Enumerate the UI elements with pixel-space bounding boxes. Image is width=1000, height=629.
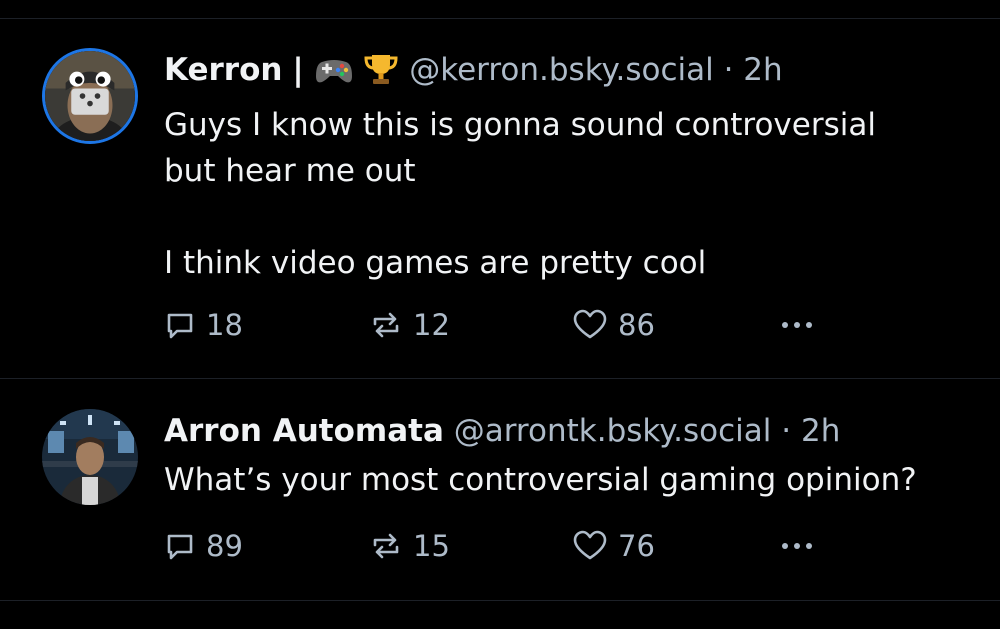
post-arron[interactable]: Arron Automata @arrontk.bsky.social · 2h… xyxy=(0,379,1000,599)
post-header: Kerron | @kerron.bsky.social · 2h xyxy=(164,50,984,96)
meta-separator: · xyxy=(723,52,734,88)
display-name[interactable]: Arron Automata xyxy=(164,413,444,449)
post-content: Arron Automata @arrontk.bsky.social · 2h… xyxy=(164,411,984,503)
repost-count: 15 xyxy=(413,529,450,563)
reply-button[interactable]: 89 xyxy=(164,529,243,563)
more-options-button[interactable] xyxy=(774,529,820,563)
post-content: Kerron | @kerron.bsky.social · 2h Guys I… xyxy=(164,50,984,286)
timestamp[interactable]: 2h xyxy=(743,52,782,88)
trophy-icon xyxy=(363,52,399,96)
more-dot-icon xyxy=(782,543,788,549)
repost-button[interactable]: 15 xyxy=(369,529,450,563)
repost-count: 12 xyxy=(413,308,450,342)
reply-count: 89 xyxy=(206,529,243,563)
more-dot-icon xyxy=(794,322,800,328)
game-controller-icon xyxy=(314,54,354,96)
reply-button[interactable]: 18 xyxy=(164,308,243,342)
handle[interactable]: @arrontk.bsky.social xyxy=(454,413,772,449)
avatar-image xyxy=(45,51,135,141)
more-dot-icon xyxy=(806,543,812,549)
post-kerron[interactable]: Kerron | @kerron.bsky.social · 2h Guys I… xyxy=(0,18,1000,378)
display-name[interactable]: Kerron xyxy=(164,52,282,88)
post-actions: 18 12 86 xyxy=(164,308,824,342)
heart-icon xyxy=(573,530,607,560)
like-button[interactable]: 86 xyxy=(572,308,655,342)
like-count: 86 xyxy=(618,308,655,342)
more-dot-icon xyxy=(782,322,788,328)
repost-icon xyxy=(373,312,399,338)
repost-button[interactable]: 12 xyxy=(369,308,450,342)
avatar[interactable] xyxy=(42,48,138,144)
feed: Kerron | @kerron.bsky.social · 2h Guys I… xyxy=(0,0,1000,629)
timestamp[interactable]: 2h xyxy=(801,413,840,449)
more-options-button[interactable] xyxy=(774,308,820,342)
avatar[interactable] xyxy=(42,409,138,505)
reply-icon xyxy=(167,534,193,560)
avatar-image xyxy=(42,409,138,505)
name-separator: | xyxy=(292,52,304,88)
post-header: Arron Automata @arrontk.bsky.social · 2h xyxy=(164,411,984,451)
handle[interactable]: @kerron.bsky.social xyxy=(409,52,714,88)
reply-count: 18 xyxy=(206,308,243,342)
meta-separator: · xyxy=(781,413,792,449)
reply-icon xyxy=(167,313,193,339)
post-text: Guys I know this is gonna sound controve… xyxy=(164,107,876,281)
post-text: What’s your most controversial gaming op… xyxy=(164,462,917,498)
more-dot-icon xyxy=(794,543,800,549)
divider xyxy=(0,600,1000,601)
repost-icon xyxy=(373,533,399,559)
like-count: 76 xyxy=(618,529,655,563)
like-button[interactable]: 76 xyxy=(572,529,655,563)
post-actions: 89 15 76 xyxy=(164,529,824,563)
more-dot-icon xyxy=(806,322,812,328)
heart-icon xyxy=(573,309,607,339)
